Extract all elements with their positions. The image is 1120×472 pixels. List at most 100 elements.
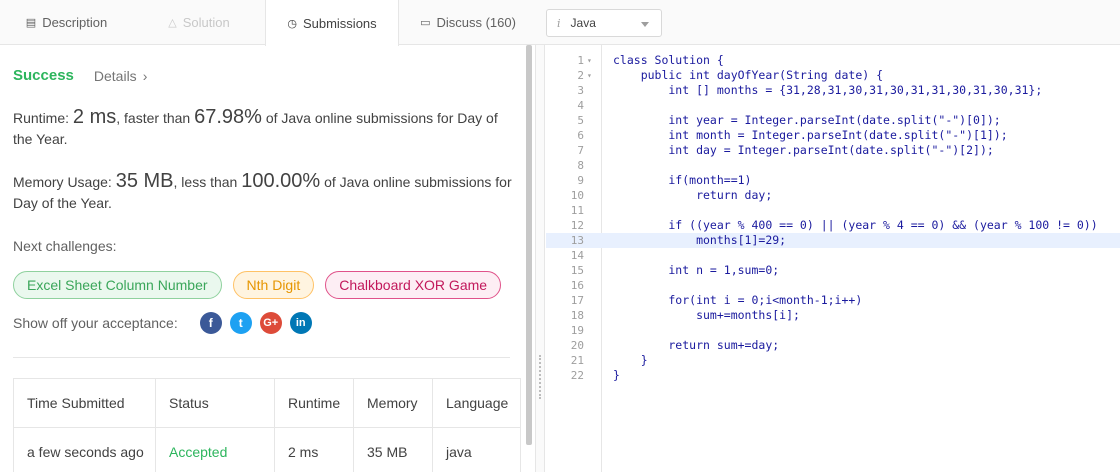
- description-icon: ▤: [25, 17, 37, 29]
- tab-description[interactable]: ▤ Description: [0, 0, 133, 45]
- challenge-chip[interactable]: Chalkboard XOR Game: [325, 271, 502, 299]
- language-select-value: Java: [570, 16, 596, 30]
- submission-result-panel: Success Details › Runtime: 2 ms, faster t…: [0, 45, 535, 472]
- memory-percent: 100.00%: [241, 170, 321, 192]
- code-line[interactable]: 2 ▾ public int dayOfYear(String date) {: [546, 68, 1120, 83]
- language-select[interactable]: i Java: [546, 9, 662, 37]
- fold-icon[interactable]: ▾: [587, 68, 592, 83]
- column-header: Runtime: [274, 378, 354, 428]
- line-number: 18: [570, 309, 584, 322]
- panel-splitter[interactable]: [535, 45, 545, 472]
- line-number: 4: [577, 99, 584, 112]
- code-line[interactable]: 14: [546, 248, 1120, 263]
- code-text: months[1]=29;: [613, 233, 787, 247]
- tab-label: Discuss (160): [436, 15, 516, 30]
- line-number: 17: [570, 294, 584, 307]
- code-line[interactable]: 18 sum+=months[i];: [546, 308, 1120, 323]
- cell-status[interactable]: Accepted: [155, 427, 275, 472]
- code-line[interactable]: 9 if(month==1): [546, 173, 1120, 188]
- twitter-icon[interactable]: t: [229, 312, 252, 334]
- code-text: class Solution {: [613, 53, 724, 67]
- code-line[interactable]: 12 if ((year % 400 == 0) || (year % 4 ==…: [546, 218, 1120, 233]
- code-line[interactable]: 13 months[1]=29;: [546, 233, 1120, 248]
- line-number: 10: [570, 189, 584, 202]
- code-line[interactable]: 17 for(int i = 0;i<month-1;i++): [546, 293, 1120, 308]
- details-label: Details: [93, 67, 137, 84]
- code-line[interactable]: 10 return day;: [546, 188, 1120, 203]
- result-header: Success Details ›: [13, 67, 147, 84]
- code-line[interactable]: 1 ▾ class Solution {: [546, 53, 1120, 68]
- code-text: }: [613, 353, 648, 367]
- clock-icon: ◷: [287, 17, 297, 30]
- next-challenges-list: Excel Sheet Column Number Nth Digit Chal…: [13, 271, 502, 299]
- table-row[interactable]: a few seconds ago Accepted 2 ms 35 MB ja…: [13, 427, 521, 472]
- fold-icon[interactable]: ▾: [587, 53, 592, 68]
- challenge-chip[interactable]: Excel Sheet Column Number: [13, 271, 222, 299]
- code-text: if ((year % 400 == 0) || (year % 4 == 0)…: [613, 218, 1098, 232]
- table-header-row: Time Submitted Status Runtime Memory Lan…: [13, 378, 521, 428]
- line-number: 19: [570, 324, 584, 337]
- code-area[interactable]: 1 ▾ class Solution {2 ▾ public int dayOfYea…: [546, 53, 1120, 383]
- runtime-value: 2 ms: [72, 106, 117, 128]
- facebook-icon[interactable]: f: [199, 312, 222, 334]
- code-text: int [] months = {31,28,31,30,31,30,31,31…: [613, 83, 1043, 97]
- line-number: 6: [577, 129, 584, 142]
- tab-submissions[interactable]: ◷ Submissions: [265, 0, 399, 46]
- chevron-right-icon: ›: [142, 67, 148, 84]
- code-text: sum+=months[i];: [613, 308, 800, 322]
- cell-time: a few seconds ago: [13, 427, 156, 472]
- runtime-percent: 67.98%: [194, 106, 262, 128]
- info-icon: i: [557, 16, 561, 30]
- google-plus-icon[interactable]: G+: [259, 312, 282, 334]
- line-number: 22: [570, 369, 584, 382]
- memory-stat: Memory Usage: 35 MB, less than 100.00% o…: [13, 171, 518, 214]
- flask-icon: △: [168, 17, 177, 29]
- code-text: int n = 1,sum=0;: [613, 263, 780, 277]
- linkedin-icon[interactable]: in: [289, 312, 312, 334]
- tab-solution[interactable]: △ Solution: [133, 0, 265, 45]
- line-number: 15: [570, 264, 584, 277]
- line-number: 9: [577, 174, 584, 187]
- column-header: Status: [155, 378, 275, 428]
- memory-value: 35 MB: [115, 170, 174, 192]
- tab-label: Solution: [182, 15, 230, 30]
- scrollbar[interactable]: [526, 45, 532, 445]
- code-line[interactable]: 21 }: [546, 353, 1120, 368]
- line-number: 12: [570, 219, 584, 232]
- code-text: if(month==1): [613, 173, 752, 187]
- code-line[interactable]: 15 int n = 1,sum=0;: [546, 263, 1120, 278]
- code-line[interactable]: 5 int year = Integer.parseInt(date.split…: [546, 113, 1120, 128]
- line-number: 16: [570, 279, 584, 292]
- cell-runtime: 2 ms: [274, 427, 354, 472]
- challenge-chip[interactable]: Nth Digit: [232, 271, 315, 299]
- code-line[interactable]: 11: [546, 203, 1120, 218]
- column-header: Time Submitted: [13, 378, 156, 428]
- memory-mid: , less than: [173, 174, 242, 190]
- code-text: return day;: [613, 188, 773, 202]
- code-editor[interactable]: 1 ▾ class Solution {2 ▾ public int dayOfYea…: [546, 45, 1120, 472]
- code-line[interactable]: 8: [546, 158, 1120, 173]
- code-line[interactable]: 20 return sum+=day;: [546, 338, 1120, 353]
- submissions-table: Time Submitted Status Runtime Memory Lan…: [13, 378, 521, 472]
- code-line[interactable]: 6 int month = Integer.parseInt(date.spli…: [546, 128, 1120, 143]
- details-link[interactable]: Details ›: [94, 68, 147, 84]
- code-line[interactable]: 19: [546, 323, 1120, 338]
- line-number: 11: [570, 204, 584, 217]
- line-number: 7: [577, 144, 584, 157]
- tab-discuss[interactable]: ▭ Discuss (160): [399, 0, 537, 45]
- next-challenges-label: Next challenges:: [13, 238, 117, 254]
- line-number: 5: [577, 114, 584, 127]
- code-line[interactable]: 16: [546, 278, 1120, 293]
- code-text: int month = Integer.parseInt(date.split(…: [613, 128, 1008, 142]
- tab-bar: ▤ Description △ Solution ◷ Submissions ▭…: [0, 0, 1120, 46]
- share-row: Show off your acceptance: f t G+ in: [13, 312, 320, 334]
- code-line[interactable]: 4: [546, 98, 1120, 113]
- column-header: Language: [432, 378, 521, 428]
- runtime-label: Runtime:: [13, 110, 70, 126]
- line-number: 8: [577, 159, 584, 172]
- code-line[interactable]: 22}: [546, 368, 1120, 383]
- runtime-stat: Runtime: 2 ms, faster than 67.98% of Jav…: [13, 107, 518, 150]
- code-line[interactable]: 7 int day = Integer.parseInt(date.split(…: [546, 143, 1120, 158]
- code-line[interactable]: 3 int [] months = {31,28,31,30,31,30,31,…: [546, 83, 1120, 98]
- tab-label: Description: [42, 15, 108, 30]
